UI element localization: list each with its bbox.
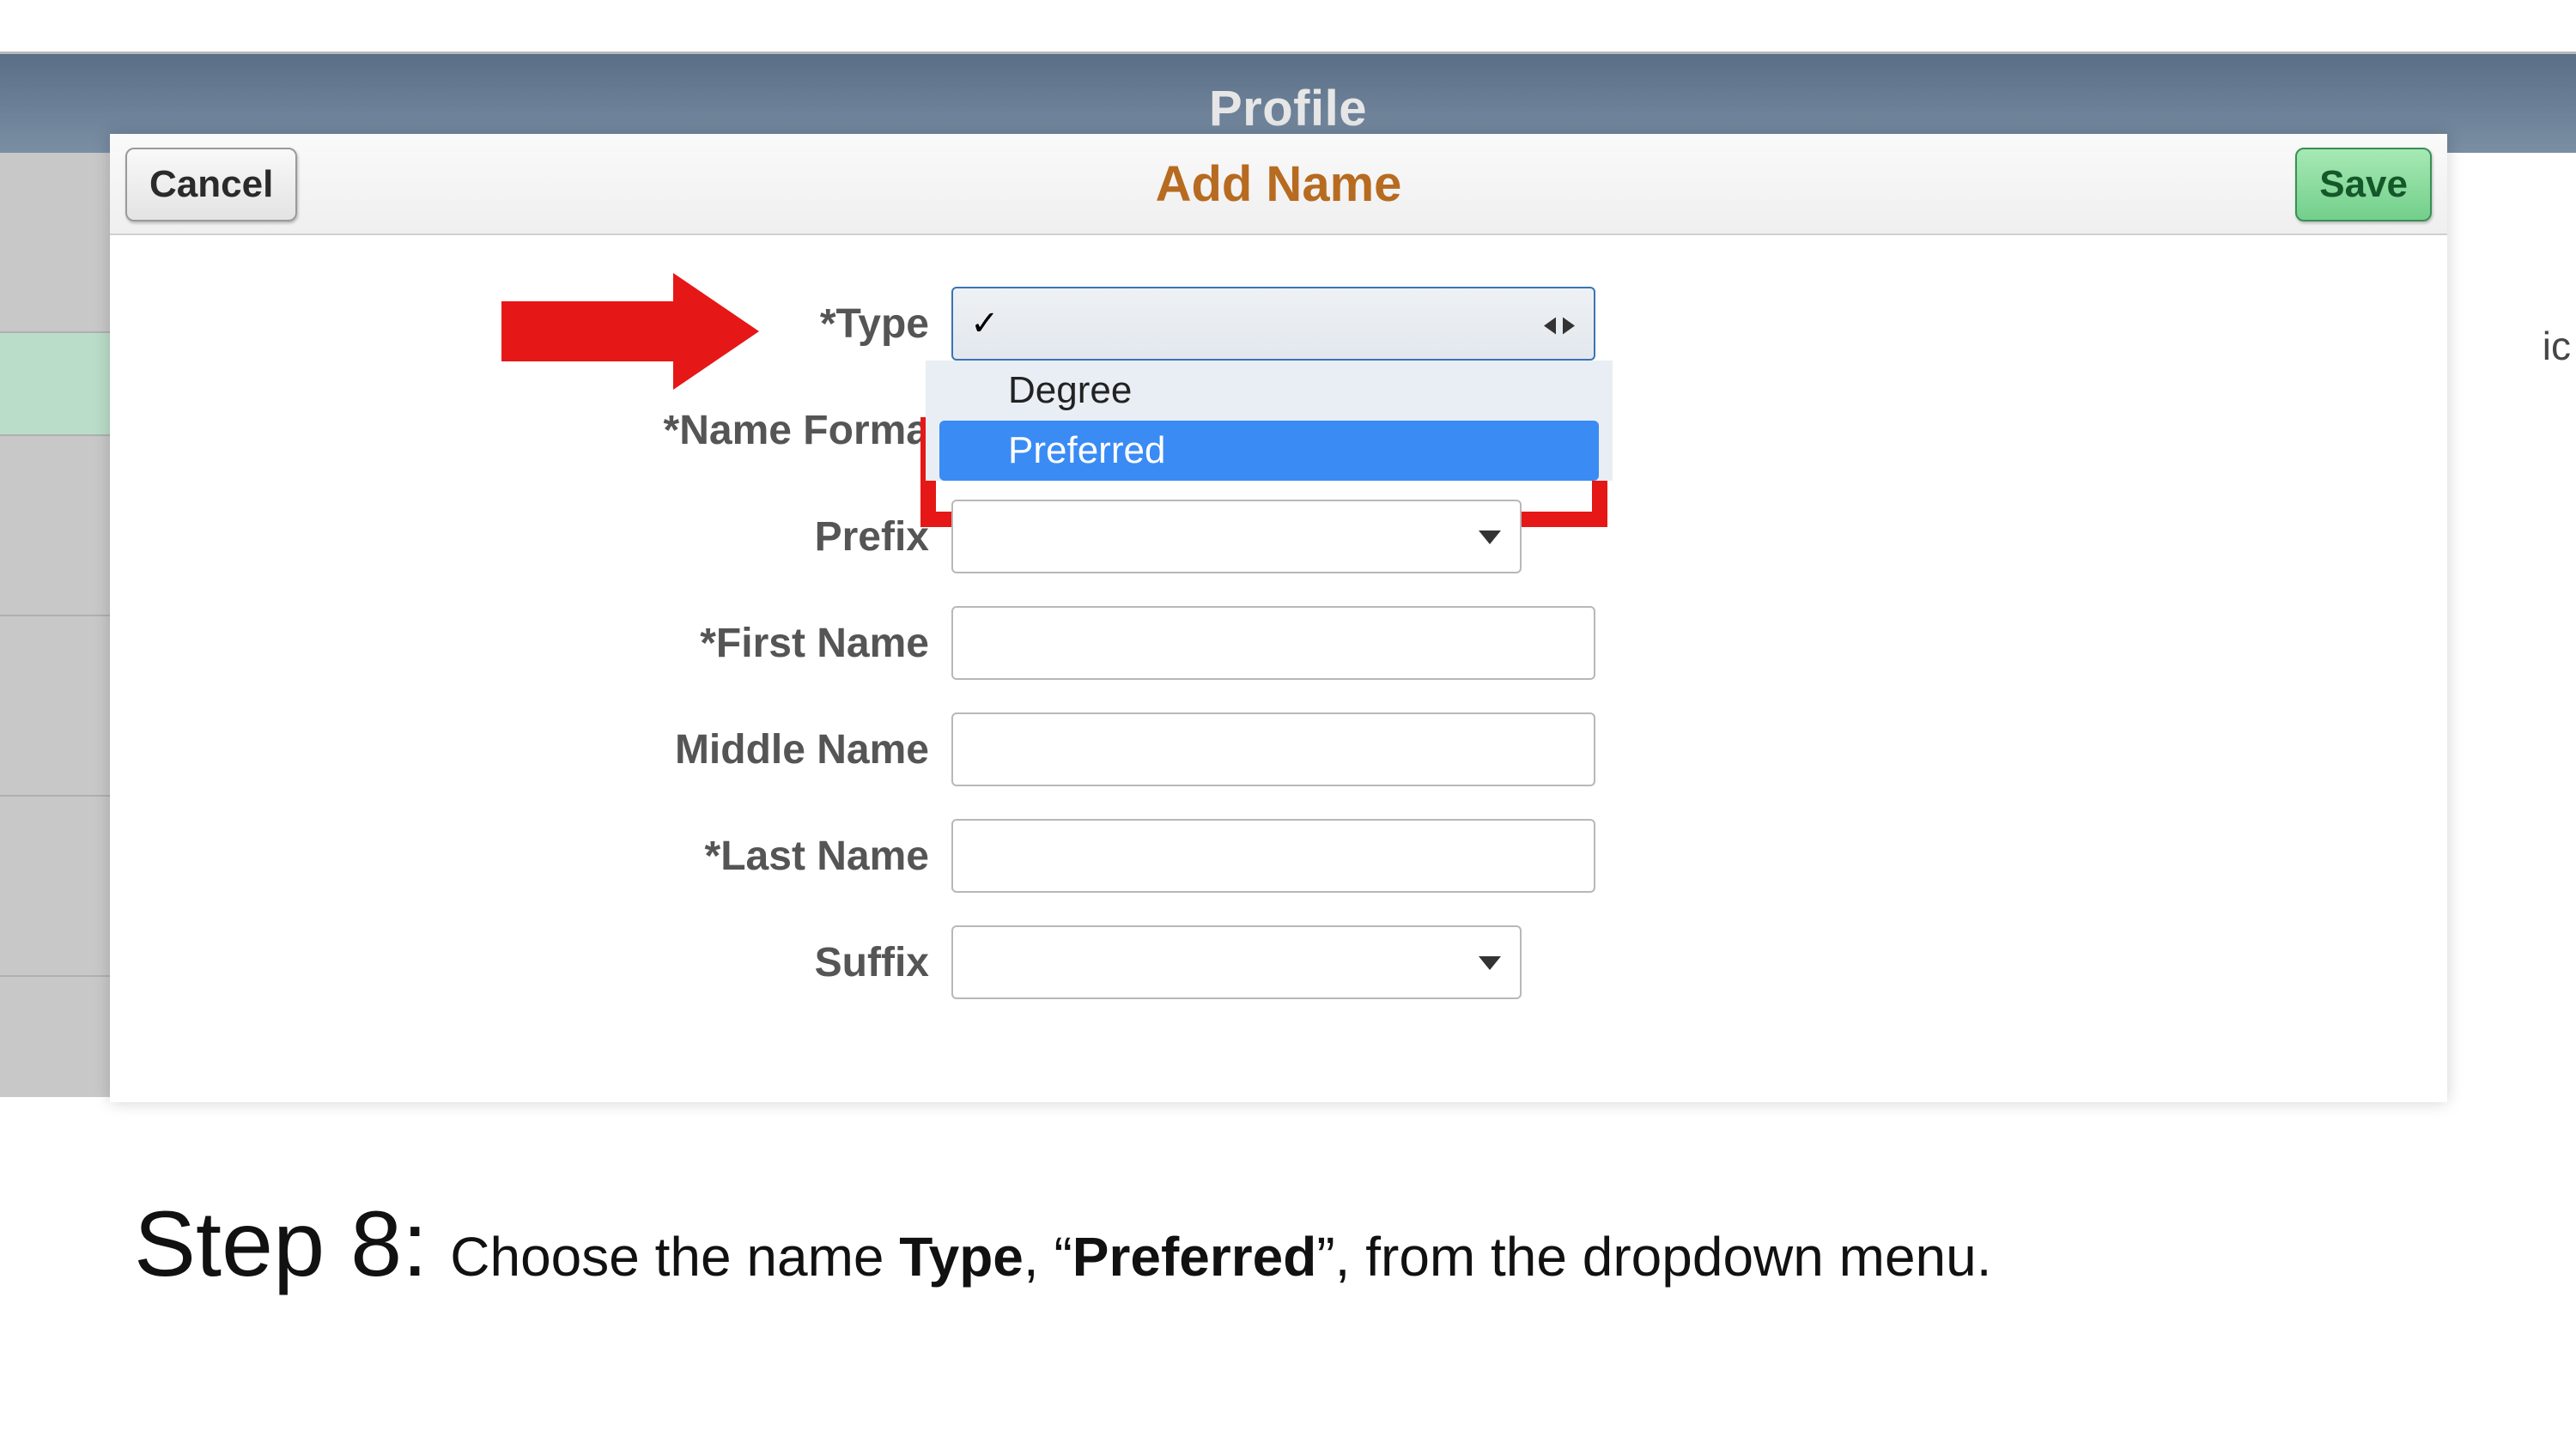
background-truncated-text: ic bbox=[2543, 323, 2571, 369]
chevron-down-icon bbox=[1479, 948, 1501, 977]
prefix-select[interactable] bbox=[951, 500, 1522, 573]
add-name-modal: Cancel Add Name Save *Type ✓ Degree Pref… bbox=[110, 134, 2447, 1102]
form-row-prefix: Prefix bbox=[110, 500, 2447, 573]
middle-name-label: Middle Name bbox=[110, 726, 951, 773]
type-select-wrapper: ✓ Degree Preferred bbox=[951, 287, 1595, 361]
instruction-bold-preferred: Preferred bbox=[1072, 1226, 1317, 1288]
form-row-type: *Type ✓ Degree Preferred bbox=[110, 287, 2447, 361]
suffix-select[interactable] bbox=[951, 925, 1522, 999]
dropdown-arrows-icon bbox=[1544, 305, 1575, 343]
prefix-label: Prefix bbox=[110, 513, 951, 561]
background-sidebar-row bbox=[0, 436, 112, 616]
name-format-label: *Name Forma bbox=[110, 407, 951, 454]
last-name-label: *Last Name bbox=[110, 833, 951, 880]
background-page-title: Profile bbox=[0, 54, 2576, 137]
modal-title: Add Name bbox=[1156, 155, 1402, 213]
form-row-middle-name: Middle Name bbox=[110, 712, 2447, 786]
form-row-suffix: Suffix bbox=[110, 925, 2447, 999]
background-sidebar-row bbox=[0, 616, 112, 797]
instruction-pre: Choose the name bbox=[450, 1226, 899, 1288]
modal-body: *Type ✓ Degree Preferred *Name Forma Pre bbox=[110, 235, 2447, 1102]
instruction-step-label: Step 8: bbox=[134, 1190, 428, 1297]
background-sidebar bbox=[0, 153, 112, 1097]
first-name-input[interactable] bbox=[951, 606, 1595, 680]
instruction-text: Step 8: Choose the name Type, “Preferred… bbox=[134, 1190, 2452, 1297]
type-label: *Type bbox=[110, 300, 951, 348]
checkmark-icon: ✓ bbox=[970, 304, 999, 343]
type-dropdown-list: Degree Preferred bbox=[926, 361, 1613, 481]
type-select[interactable]: ✓ bbox=[951, 287, 1595, 361]
type-option-preferred[interactable]: Preferred bbox=[939, 421, 1599, 481]
instruction-bold-type: Type bbox=[899, 1226, 1024, 1288]
form-row-last-name: *Last Name bbox=[110, 819, 2447, 893]
form-row-first-name: *First Name bbox=[110, 606, 2447, 680]
instruction-post: ”, from the dropdown menu. bbox=[1316, 1226, 1991, 1288]
last-name-input[interactable] bbox=[951, 819, 1595, 893]
background-sidebar-row-active bbox=[0, 333, 112, 436]
instruction-mid: , “ bbox=[1024, 1226, 1072, 1288]
background-sidebar-row bbox=[0, 153, 112, 333]
cancel-button[interactable]: Cancel bbox=[125, 148, 297, 221]
save-button[interactable]: Save bbox=[2295, 148, 2432, 221]
instruction-step-text: Choose the name Type, “Preferred”, from … bbox=[450, 1225, 1991, 1288]
middle-name-input[interactable] bbox=[951, 712, 1595, 786]
chevron-down-icon bbox=[1479, 522, 1501, 551]
first-name-label: *First Name bbox=[110, 620, 951, 667]
background-sidebar-row bbox=[0, 797, 112, 977]
suffix-label: Suffix bbox=[110, 939, 951, 986]
modal-header: Cancel Add Name Save bbox=[110, 134, 2447, 235]
type-option-degree[interactable]: Degree bbox=[926, 361, 1613, 421]
